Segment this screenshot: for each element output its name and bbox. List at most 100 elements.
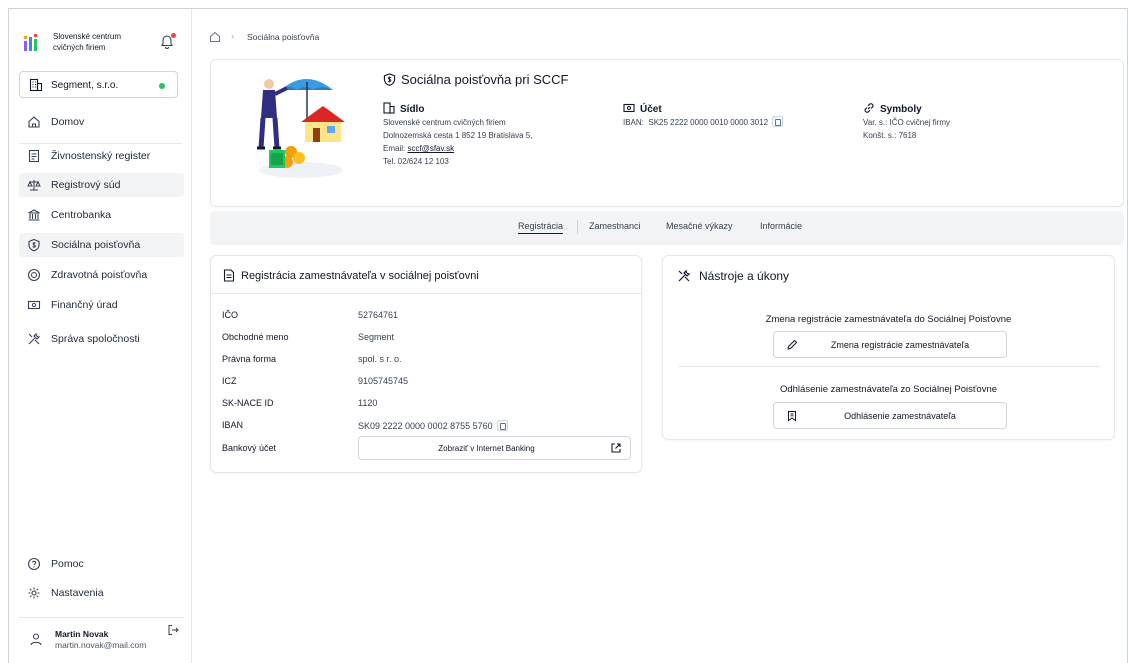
ucet-iban-row: IBAN: SK25 2222 0000 0010 0000 3012 [623,116,784,129]
divider [679,366,1100,367]
notifications-button[interactable] [159,33,176,49]
sidebar-item-label: Správa spoločnosti [51,333,140,345]
user-profile[interactable]: Martin Novak martin.novak@mail.com [19,617,184,657]
tab-registracia[interactable]: Registrácia [518,221,564,234]
sidebar-item-label: Živnostenský register [51,150,151,162]
app-window: Slovenské centrum cvičných firiem Segmen… [8,8,1128,663]
ucet-section: Účet IBAN: SK25 2222 0000 0010 0000 3012 [623,102,784,129]
sidebar-item-financny-urad[interactable]: Finančný úrad [19,293,184,317]
tools-icon [28,332,41,345]
sidebar-item-label: Sociálna poisťovňa [51,239,141,251]
change-registration-button[interactable]: Zmena registrácie zamestnávateľa [773,331,1007,358]
sidebar-item-socialna-poistovna[interactable]: Sociálna poisťovňa [19,233,184,257]
divider [211,293,641,294]
brand[interactable]: Slovenské centrum cvičných firiem [23,29,183,59]
sidebar-item-label: Domov [51,116,85,128]
reg-row-icz: ICZ 9105745745 [222,376,409,386]
sidlo-email-row: Email: sccf@sfav.sk [383,144,455,153]
sidlo-line1: Slovenské centrum cvičných firiem [383,118,506,127]
tab-informacie[interactable]: Informácie [760,221,802,231]
company-name: Segment, s.r.o. [51,80,119,91]
sidebar-item-label: Centrobanka [51,209,112,221]
sidlo-section: Sídlo Slovenské centrum cvičných firiem … [383,102,532,168]
tab-bar: Registrácia Zamestnanci Mesačné výkazy I… [210,211,1124,245]
reg-row-obchodne-meno: Obchodné meno Segment [222,332,395,342]
reg-row-sk-nace: SK-NACE ID 1120 [222,398,378,408]
brand-name: Slovenské centrum cvičných firiem [53,32,122,52]
ucet-iban: SK25 2222 0000 0010 0000 3012 [648,118,769,127]
sidebar-item-domov[interactable]: Domov [19,110,184,134]
insurance-illustration [257,79,345,178]
institution-card: Sociálna poisťovňa pri SCCF Sídlo Sloven… [210,59,1124,207]
registration-card: Registrácia zamestnávateľa v sociálnej p… [210,255,642,473]
user-avatar-icon [30,633,42,646]
sidebar-item-label: Finančný úrad [51,299,118,311]
finance-icon [27,300,41,310]
tools-title: Nástroje a úkony [677,269,789,283]
shield-dollar-icon [28,238,40,252]
sidebar-item-pomoc[interactable]: Pomoc [19,552,184,576]
institution-title: Sociálna poisťovňa pri SCCF [383,72,568,87]
copy-reg-iban-icon[interactable] [496,420,508,431]
bookmark-icon [788,411,796,422]
sidlo-email-link[interactable]: sccf@sfav.sk [407,144,454,153]
help-icon [27,557,41,571]
company-switcher[interactable]: Segment, s.r.o. [19,71,178,98]
registration-title: Registrácia zamestnávateľa v sociálnej p… [223,269,479,282]
settings-label: Nastavenia [51,587,104,599]
sidebar-item-registrovy-sud[interactable]: Registrový súd [19,173,184,197]
link-icon [864,103,874,113]
section-odhlasenie-heading: Odhlásenie zamestnávateľa zo Sociálnej P… [779,384,998,395]
user-email: martin.novak@mail.com [55,640,147,650]
reg-row-ico: IČO 52764761 [222,310,399,320]
bank-icon [28,209,40,221]
deregister-employer-button[interactable]: Odhlásenie zamestnávateľa [773,402,1007,429]
sidlo-phone: Tel. 02/624 12 103 [383,157,449,166]
sidebar-item-label: Registrový súd [51,179,121,191]
shield-dollar-icon [383,73,396,86]
symboly-heading: Symboly [863,102,950,116]
sidebar-item-sprava-spolocnosti[interactable]: Správa spoločnosti [19,327,184,351]
copy-iban-icon[interactable] [772,116,784,127]
tools-card: Nástroje a úkony Zmena registrácie zames… [662,255,1115,440]
symboly-section: Symboly Var. s.: IČO cvičnej firmy Konšt… [863,102,950,142]
sidebar-item-centrobanka[interactable]: Centrobanka [19,203,184,227]
ucet-heading: Účet [623,102,783,116]
sidebar-item-zivnostensky-register[interactable]: Živnostenský register [19,144,184,168]
reg-row-iban: IBAN SK09 2222 0000 0002 8755 5760 [222,420,632,434]
tools-icon [678,269,691,282]
view-internet-banking-button[interactable]: Zobraziť v Internet Banking [358,436,631,460]
document-icon [223,269,235,282]
sidebar: Slovenské centrum cvičných firiem Segmen… [9,9,192,663]
breadcrumb-home-icon[interactable] [209,31,221,43]
tab-zamestnanci[interactable]: Zamestnanci [589,221,641,231]
building-icon [383,102,395,114]
online-status-dot [159,83,165,89]
external-link-icon [611,443,621,453]
tab-divider [577,220,578,234]
home-icon [28,116,40,128]
sidebar-item-zdravotna-poistovna[interactable]: Zdravotná poisťovňa [19,263,184,287]
pencil-icon [787,339,798,350]
notification-badge [171,33,176,38]
symboly-line2: Konšt. s.: 7618 [863,131,917,140]
register-icon [28,149,40,163]
scales-icon [27,180,41,191]
help-label: Pomoc [51,558,84,570]
symboly-line1: Var. s.: IČO cvičnej firmy [863,118,950,127]
money-icon [623,103,635,113]
brand-logo-icon [23,33,38,51]
sidebar-item-label: Zdravotná poisťovňa [51,269,148,281]
logout-icon[interactable] [167,624,179,636]
section-zmena-heading: Zmena registrácie zamestnávateľa do Soci… [765,314,1012,325]
gear-icon [28,587,40,599]
breadcrumb-current: Sociálna poisťovňa [247,32,320,42]
reg-row-pravna-forma: Právna forma spol. s r. o. [222,354,402,364]
building-icon [29,78,43,92]
health-icon [27,268,41,282]
sidlo-line2: Dolnozemská cesta 1 852 19 Bratislava 5, [383,131,533,140]
chevron-right-icon: › [231,31,234,41]
sidebar-item-nastavenia[interactable]: Nastavenia [19,581,184,605]
tab-mesacne-vykazy[interactable]: Mesačné výkazy [666,221,733,231]
sidlo-heading: Sídlo [383,102,532,116]
